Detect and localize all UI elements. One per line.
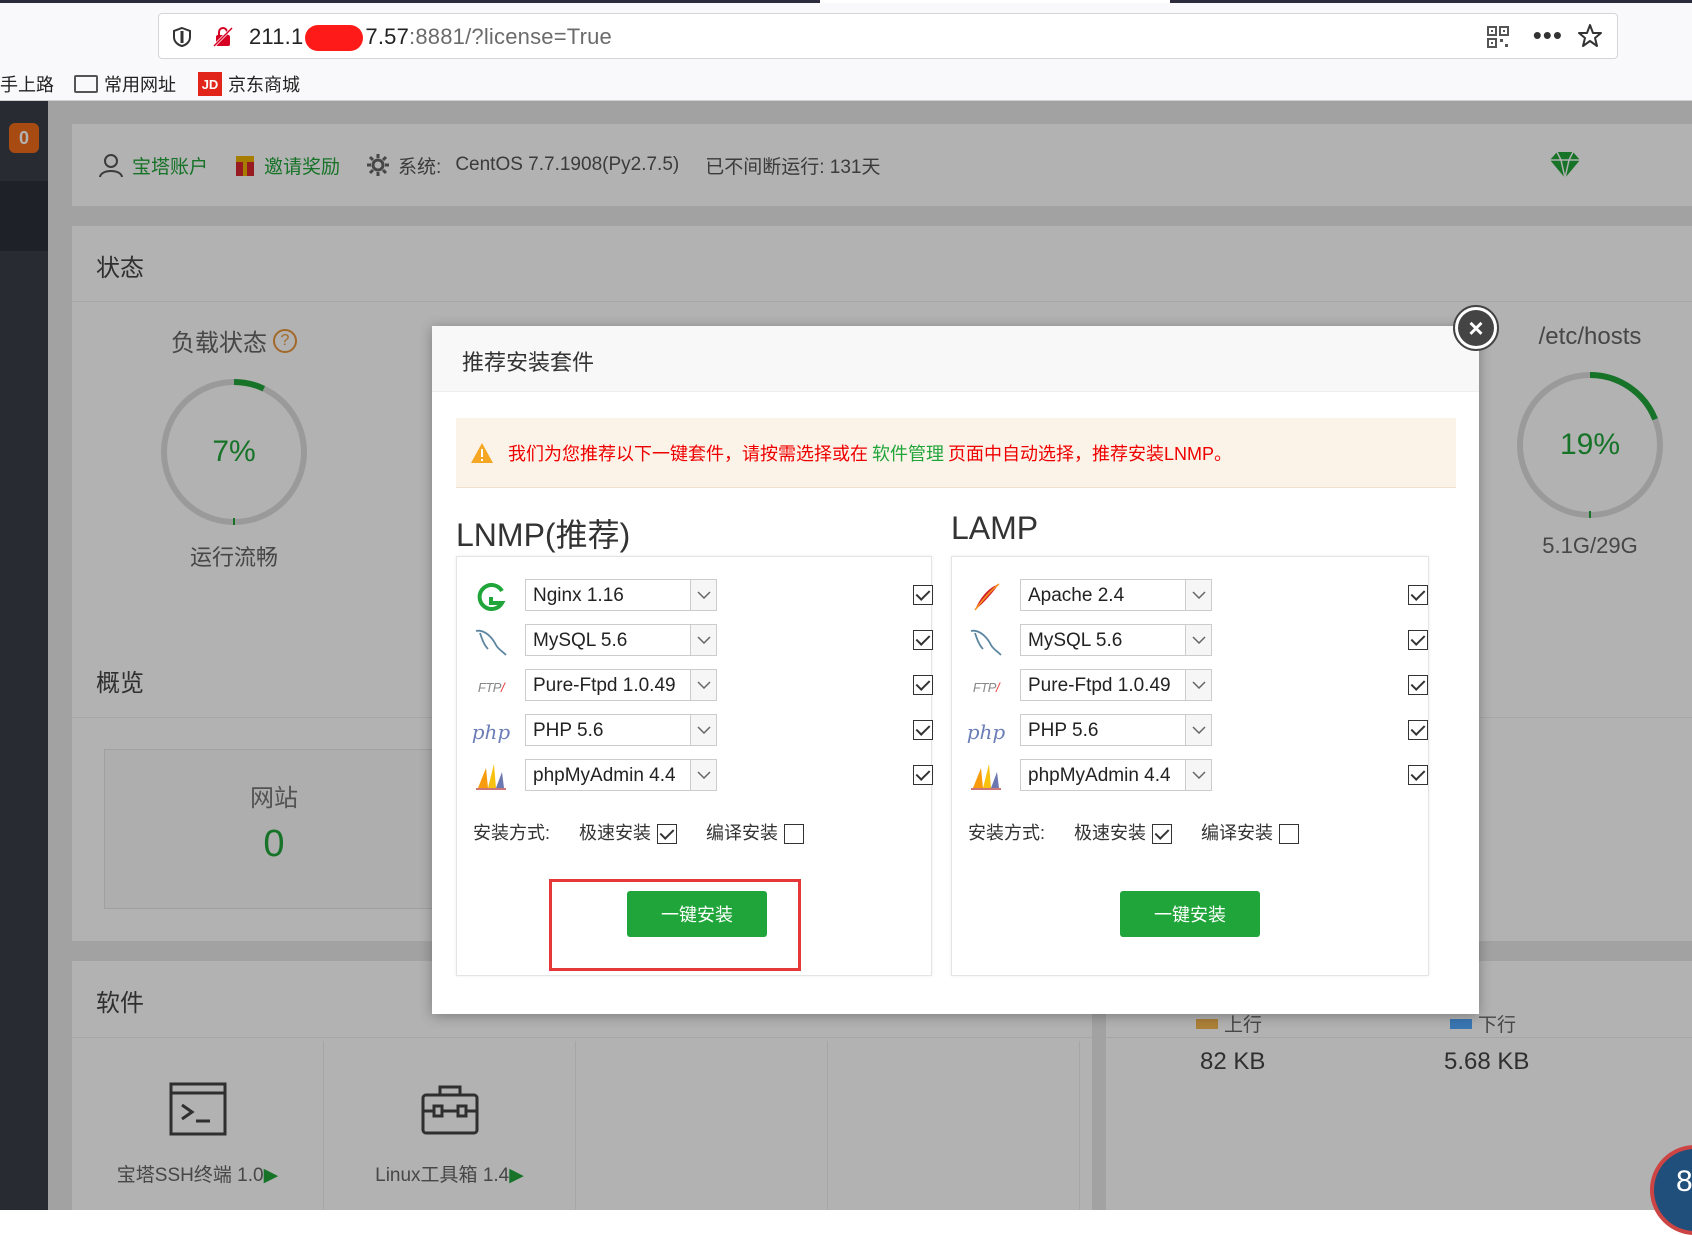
chevron-down-icon[interactable]: [1185, 760, 1211, 790]
lnmp-compile-install-checkbox[interactable]: [784, 824, 805, 845]
close-dialog-button[interactable]: ×: [1453, 305, 1499, 351]
chevron-down-icon[interactable]: [1185, 670, 1211, 700]
lamp-version-select[interactable]: phpMyAdmin 4.4: [1020, 759, 1212, 791]
selected-version: Pure-Ftpd 1.0.49: [1028, 675, 1171, 696]
lnmp-include-checkbox[interactable]: [913, 765, 933, 785]
lamp-row-ftp: FTP/Pure-Ftpd 1.0.49: [968, 669, 1428, 705]
mysql-icon: [968, 626, 1004, 658]
redaction-mark: [305, 25, 364, 52]
lnmp-row-mysql: MySQL 5.6: [473, 624, 933, 660]
ftp-icon: FTP/: [972, 679, 1000, 695]
qr-code-icon[interactable]: [1487, 26, 1509, 48]
jd-logo-icon: JD: [198, 72, 222, 96]
selected-version: MySQL 5.6: [533, 630, 628, 651]
lnmp-row-php: php PHP 5.6: [471, 714, 933, 750]
url-text[interactable]: 211.1 7.57:8881/?license=True: [249, 24, 612, 52]
lnmp-fast-install-checkbox[interactable]: [657, 824, 678, 845]
chevron-down-icon[interactable]: [1185, 580, 1211, 610]
lamp-fast-install-checkbox[interactable]: [1152, 824, 1173, 845]
phpmyadmin-icon: [968, 761, 1004, 793]
selected-version: Nginx 1.16: [533, 585, 624, 606]
bookmarks-toolbar: 手上路 常用网址 JD 京东商城: [0, 63, 1692, 101]
php-icon: php: [966, 720, 1006, 744]
chevron-down-icon[interactable]: [690, 760, 716, 790]
lamp-include-checkbox[interactable]: [1408, 765, 1428, 785]
bookmark-star-icon[interactable]: [1577, 23, 1603, 49]
shield-icon[interactable]: [171, 26, 193, 48]
chevron-down-icon[interactable]: [690, 715, 716, 745]
lnmp-title: LNMP(推荐): [456, 517, 631, 553]
more-actions-icon[interactable]: •••: [1533, 20, 1563, 51]
selected-version: PHP 5.6: [533, 720, 604, 741]
lamp-version-select[interactable]: Pure-Ftpd 1.0.49: [1020, 669, 1212, 701]
lamp-row-phpmyadmin: phpMyAdmin 4.4: [968, 759, 1428, 795]
bookmark-jd[interactable]: JD 京东商城: [198, 71, 300, 97]
nginx-icon: [473, 581, 509, 613]
lnmp-row-ftp: FTP/Pure-Ftpd 1.0.49: [473, 669, 933, 705]
software-manager-link[interactable]: 软件管理: [872, 440, 944, 466]
lnmp-include-checkbox[interactable]: [913, 585, 933, 605]
folder-icon: [74, 75, 98, 93]
lnmp-version-select[interactable]: PHP 5.6: [525, 714, 717, 746]
selected-version: PHP 5.6: [1028, 720, 1099, 741]
apache-icon: [968, 581, 1004, 613]
bookmark-folder-common[interactable]: 常用网址: [74, 71, 176, 97]
lamp-row-apache: Apache 2.4: [968, 579, 1428, 615]
lnmp-version-select[interactable]: MySQL 5.6: [525, 624, 717, 656]
lnmp-install-method: 安装方式: 极速安装 编译安装: [473, 819, 805, 845]
lamp-include-checkbox[interactable]: [1408, 675, 1428, 695]
address-bar[interactable]: 211.1 7.57:8881/?license=True •••: [158, 13, 1618, 59]
close-icon: ×: [1458, 310, 1494, 346]
lamp-include-checkbox[interactable]: [1408, 720, 1428, 740]
lamp-version-select[interactable]: PHP 5.6: [1020, 714, 1212, 746]
lamp-compile-install-checkbox[interactable]: [1279, 824, 1300, 845]
selected-version: phpMyAdmin 4.4: [1028, 765, 1171, 786]
recommend-alert: 我们为您推荐以下一键套件，请按需选择或在 软件管理 页面中自动选择，推荐安装LN…: [456, 418, 1456, 488]
lnmp-version-select[interactable]: Pure-Ftpd 1.0.49: [525, 669, 717, 701]
lamp-panel: Apache 2.4 MySQL 5.6 FTP/Pure-Ftpd 1.0.49 p…: [951, 556, 1429, 976]
lnmp-include-checkbox[interactable]: [913, 630, 933, 650]
dialog-title: 推荐安装套件: [462, 350, 595, 375]
lamp-install-method: 安装方式: 极速安装 编译安装: [968, 819, 1300, 845]
lnmp-row-phpmyadmin: phpMyAdmin 4.4: [473, 759, 933, 795]
lamp-version-select[interactable]: Apache 2.4: [1020, 579, 1212, 611]
lamp-include-checkbox[interactable]: [1408, 630, 1428, 650]
lnmp-version-select[interactable]: phpMyAdmin 4.4: [525, 759, 717, 791]
dialog-header: 推荐安装套件: [432, 326, 1479, 392]
lamp-include-checkbox[interactable]: [1408, 585, 1428, 605]
chevron-down-icon[interactable]: [690, 580, 716, 610]
chevron-down-icon[interactable]: [1185, 625, 1211, 655]
warning-icon: [471, 442, 493, 463]
lamp-version-select[interactable]: MySQL 5.6: [1020, 624, 1212, 656]
mysql-icon: [473, 626, 509, 658]
annotation-highlight-box: [549, 879, 801, 971]
lamp-title: LAMP: [951, 510, 1039, 546]
insecure-lock-icon[interactable]: [211, 25, 235, 49]
lnmp-row-nginx: Nginx 1.16: [473, 579, 933, 615]
lnmp-include-checkbox[interactable]: [913, 720, 933, 740]
ftp-icon: FTP/: [477, 679, 505, 695]
lamp-row-mysql: MySQL 5.6: [968, 624, 1428, 660]
selected-version: MySQL 5.6: [1028, 630, 1123, 651]
php-icon: php: [471, 720, 511, 744]
lamp-install-button[interactable]: 一键安装: [1120, 891, 1260, 937]
selected-version: Apache 2.4: [1028, 585, 1125, 606]
lamp-row-php: php PHP 5.6: [966, 714, 1428, 750]
selected-version: phpMyAdmin 4.4: [533, 765, 676, 786]
navigation-toolbar: 211.1 7.57:8881/?license=True •••: [0, 3, 1692, 63]
selected-version: Pure-Ftpd 1.0.49: [533, 675, 676, 696]
chevron-down-icon[interactable]: [690, 625, 716, 655]
chevron-down-icon[interactable]: [1185, 715, 1211, 745]
bookmark-getting-started[interactable]: 手上路: [0, 71, 54, 97]
lnmp-version-select[interactable]: Nginx 1.16: [525, 579, 717, 611]
phpmyadmin-icon: [473, 761, 509, 793]
lnmp-include-checkbox[interactable]: [913, 675, 933, 695]
chevron-down-icon[interactable]: [690, 670, 716, 700]
